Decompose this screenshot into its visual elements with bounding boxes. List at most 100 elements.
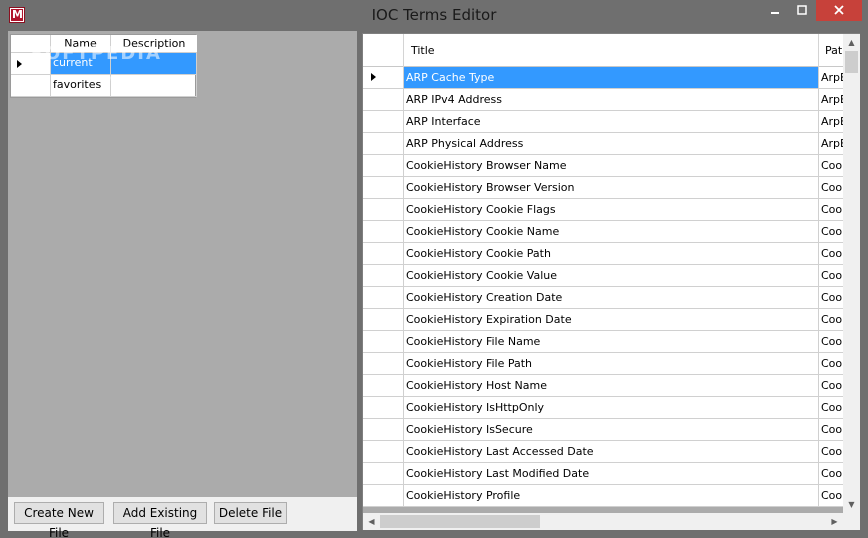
row-header[interactable] (363, 133, 404, 154)
term-title-cell[interactable]: CookieHistory Profile (404, 485, 819, 506)
term-path-cell[interactable]: ArpE (819, 133, 843, 154)
term-title-cell[interactable]: CookieHistory Expiration Date (404, 309, 819, 330)
scroll-down-arrow-icon[interactable]: ▼ (843, 496, 860, 513)
row-header[interactable] (363, 155, 404, 176)
term-path-cell[interactable]: Cook (819, 155, 843, 176)
terms-grid[interactable]: Title Path ARP Cache TypeArpEARP IPv4 Ad… (363, 34, 843, 513)
add-existing-file-button[interactable]: Add Existing File (113, 502, 207, 538)
term-path-cell[interactable]: Cook (819, 265, 843, 286)
row-header[interactable] (363, 485, 404, 506)
column-header-description[interactable]: Description (111, 35, 197, 53)
create-new-file-button[interactable]: Create New File (14, 502, 104, 538)
term-title-cell[interactable]: CookieHistory Last Accessed Date (404, 441, 819, 462)
term-title-cell[interactable]: CookieHistory File Name (404, 331, 819, 352)
title-bar[interactable]: IOC Terms Editor (0, 0, 868, 31)
term-path-cell[interactable]: ArpE (819, 111, 843, 132)
file-description-cell[interactable] (111, 75, 197, 96)
file-row-favorites[interactable]: favorites (11, 75, 197, 97)
file-name-cell[interactable]: favorites (51, 75, 111, 96)
term-row[interactable]: ARP Physical AddressArpE (363, 133, 843, 155)
row-header[interactable] (363, 265, 404, 286)
term-path-cell[interactable]: ArpE (819, 67, 843, 88)
row-header[interactable] (363, 463, 404, 484)
term-row[interactable]: CookieHistory Creation DateCook (363, 287, 843, 309)
term-title-cell[interactable]: CookieHistory Cookie Flags (404, 199, 819, 220)
term-row[interactable]: ARP InterfaceArpE (363, 111, 843, 133)
column-header-path[interactable]: Path (819, 34, 843, 67)
row-header[interactable] (11, 53, 51, 74)
term-path-cell[interactable]: Cook (819, 397, 843, 418)
vertical-scrollbar[interactable]: ▲ ▼ (843, 34, 860, 513)
term-title-cell[interactable]: CookieHistory Browser Version (404, 177, 819, 198)
term-path-cell[interactable]: Cook (819, 287, 843, 308)
row-header[interactable] (363, 419, 404, 440)
term-row[interactable]: CookieHistory Host NameCook (363, 375, 843, 397)
term-row[interactable]: CookieHistory Browser NameCook (363, 155, 843, 177)
scroll-right-arrow-icon[interactable]: ▶ (826, 513, 843, 530)
term-title-cell[interactable]: CookieHistory Creation Date (404, 287, 819, 308)
term-row[interactable]: CookieHistory File PathCook (363, 353, 843, 375)
term-row[interactable]: CookieHistory Cookie PathCook (363, 243, 843, 265)
term-title-cell[interactable]: ARP Cache Type (404, 67, 819, 88)
term-path-cell[interactable]: Cook (819, 331, 843, 352)
term-title-cell[interactable]: CookieHistory Host Name (404, 375, 819, 396)
row-header[interactable] (363, 287, 404, 308)
vertical-scroll-thumb[interactable] (845, 51, 858, 73)
term-row[interactable]: CookieHistory Last Accessed DateCook (363, 441, 843, 463)
minimize-button[interactable] (762, 0, 788, 21)
row-header[interactable] (363, 397, 404, 418)
term-row[interactable]: CookieHistory ProfileCook (363, 485, 843, 507)
file-row-current[interactable]: current (11, 53, 197, 75)
term-row[interactable]: ARP Cache TypeArpE (363, 67, 843, 89)
term-path-cell[interactable]: Cook (819, 243, 843, 264)
term-path-cell[interactable]: Cook (819, 309, 843, 330)
files-grid[interactable]: Name Description current favorites (10, 34, 197, 98)
close-button[interactable] (816, 0, 862, 21)
column-header-name[interactable]: Name (51, 35, 111, 53)
term-path-cell[interactable]: Cook (819, 419, 843, 440)
row-header[interactable] (11, 75, 51, 96)
row-header[interactable] (363, 375, 404, 396)
term-title-cell[interactable]: CookieHistory IsHttpOnly (404, 397, 819, 418)
term-path-cell[interactable]: Cook (819, 375, 843, 396)
horizontal-scroll-thumb[interactable] (380, 515, 540, 528)
column-header-title[interactable]: Title (404, 34, 819, 67)
row-header[interactable] (363, 89, 404, 110)
maximize-button[interactable] (789, 0, 815, 21)
term-path-cell[interactable]: ArpE (819, 89, 843, 110)
term-title-cell[interactable]: CookieHistory Cookie Value (404, 265, 819, 286)
term-title-cell[interactable]: CookieHistory Cookie Path (404, 243, 819, 264)
file-name-cell[interactable]: current (51, 53, 111, 74)
row-header[interactable] (363, 331, 404, 352)
term-title-cell[interactable]: ARP IPv4 Address (404, 89, 819, 110)
term-title-cell[interactable]: CookieHistory Last Modified Date (404, 463, 819, 484)
term-row[interactable]: ARP IPv4 AddressArpE (363, 89, 843, 111)
term-row[interactable]: CookieHistory Cookie FlagsCook (363, 199, 843, 221)
term-title-cell[interactable]: CookieHistory IsSecure (404, 419, 819, 440)
term-title-cell[interactable]: CookieHistory Cookie Name (404, 221, 819, 242)
term-row[interactable]: CookieHistory Cookie ValueCook (363, 265, 843, 287)
term-title-cell[interactable]: CookieHistory Browser Name (404, 155, 819, 176)
file-description-cell[interactable] (111, 53, 197, 74)
term-row[interactable]: CookieHistory File NameCook (363, 331, 843, 353)
row-header[interactable] (363, 111, 404, 132)
horizontal-scrollbar[interactable]: ◀ ▶ (363, 513, 843, 530)
term-row[interactable]: CookieHistory Browser VersionCook (363, 177, 843, 199)
term-path-cell[interactable]: Cook (819, 441, 843, 462)
term-path-cell[interactable]: Cook (819, 463, 843, 484)
term-row[interactable]: CookieHistory Expiration DateCook (363, 309, 843, 331)
row-header[interactable] (363, 353, 404, 374)
term-title-cell[interactable]: ARP Physical Address (404, 133, 819, 154)
row-header[interactable] (363, 177, 404, 198)
term-title-cell[interactable]: CookieHistory File Path (404, 353, 819, 374)
term-title-cell[interactable]: ARP Interface (404, 111, 819, 132)
term-row[interactable]: CookieHistory Last Modified DateCook (363, 463, 843, 485)
scroll-up-arrow-icon[interactable]: ▲ (843, 34, 860, 51)
row-header[interactable] (363, 243, 404, 264)
term-row[interactable]: CookieHistory IsHttpOnlyCook (363, 397, 843, 419)
row-header[interactable] (363, 309, 404, 330)
term-path-cell[interactable]: Cook (819, 221, 843, 242)
term-row[interactable]: CookieHistory Cookie NameCook (363, 221, 843, 243)
term-row[interactable]: CookieHistory IsSecureCook (363, 419, 843, 441)
row-header[interactable] (363, 67, 404, 88)
